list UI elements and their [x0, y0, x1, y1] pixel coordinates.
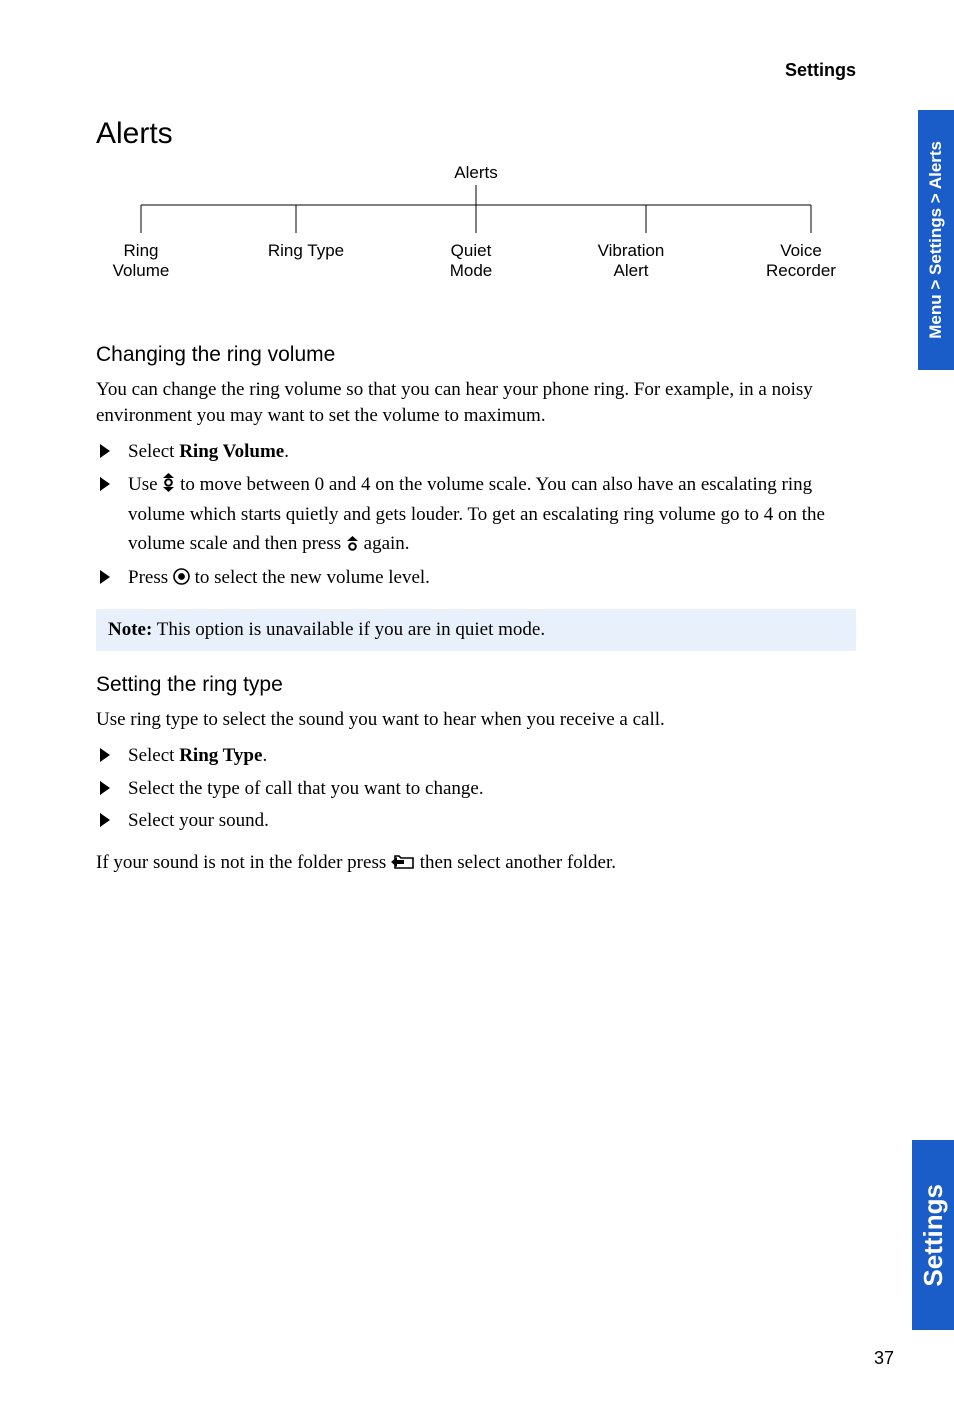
- step-item: Select Ring Type.: [122, 742, 856, 771]
- tree-leaf-ring-volume: Ring Volume: [96, 241, 186, 282]
- nav-center-icon: [173, 566, 190, 595]
- tree-leaf-vibration-alert: Vibration Alert: [576, 241, 686, 282]
- tree-leaf-quiet-mode: Quiet Mode: [426, 241, 516, 282]
- step-item: Select the type of call that you want to…: [122, 775, 856, 804]
- bullet-triangle-icon: [100, 781, 110, 795]
- note-label: Note:: [108, 619, 152, 640]
- section-heading-ring-volume: Changing the ring volume: [96, 343, 856, 367]
- tree-leaf-voice-recorder: Voice Recorder: [746, 241, 856, 282]
- step-item: Select your sound.: [122, 807, 856, 836]
- section-tab-text: Settings: [918, 1184, 949, 1287]
- page-title: Alerts: [96, 117, 856, 151]
- tree-connector-lines: [96, 183, 856, 243]
- bullet-triangle-icon: [100, 748, 110, 762]
- step-item: Press to select the new volume level.: [122, 564, 856, 595]
- step-text: .: [284, 441, 289, 462]
- step-text: Select: [128, 745, 179, 766]
- bullet-triangle-icon: [100, 477, 110, 491]
- outro-text: then select another folder.: [415, 852, 616, 873]
- nav-up-icon: [346, 532, 359, 561]
- folder-back-icon: [391, 852, 415, 878]
- step-text: Press: [128, 567, 173, 588]
- step-text: Select: [128, 441, 179, 462]
- side-tab-section: Settings: [912, 1140, 954, 1330]
- note-text: This option is unavailable if you are in…: [152, 619, 545, 640]
- paragraph: Use ring type to select the sound you wa…: [96, 707, 856, 733]
- page-number: 37: [874, 1348, 894, 1369]
- step-bold: Ring Type: [179, 745, 262, 766]
- step-item: Use to move between 0 and 4 on the volum…: [122, 471, 856, 561]
- nav-updown-icon: [162, 473, 175, 502]
- outro-text: If your sound is not in the folder press: [96, 852, 391, 873]
- step-bold: Ring Volume: [179, 441, 284, 462]
- section-heading-ring-type: Setting the ring type: [96, 673, 856, 697]
- step-text: Select your sound.: [128, 810, 269, 831]
- step-item: Select Ring Volume.: [122, 438, 856, 467]
- note-box: Note: This option is unavailable if you …: [96, 609, 856, 651]
- menu-hierarchy-diagram: Alerts Ring Volume Ring Type Quiet Mode …: [96, 163, 856, 303]
- step-text: to move between 0 and 4 on the volume sc…: [128, 474, 825, 554]
- step-text: Use: [128, 474, 162, 495]
- tree-root-label: Alerts: [454, 163, 497, 183]
- bullet-triangle-icon: [100, 444, 110, 458]
- paragraph: You can change the ring volume so that y…: [96, 377, 856, 428]
- running-header: Settings: [96, 60, 856, 81]
- side-tab-breadcrumb: Menu > Settings > Alerts: [918, 110, 954, 370]
- breadcrumb-text: Menu > Settings > Alerts: [926, 141, 946, 339]
- step-text: to select the new volume level.: [190, 567, 430, 588]
- step-text: again.: [359, 533, 410, 554]
- bullet-triangle-icon: [100, 813, 110, 827]
- paragraph: If your sound is not in the folder press…: [96, 850, 856, 878]
- step-text: Select the type of call that you want to…: [128, 778, 484, 799]
- bullet-triangle-icon: [100, 570, 110, 584]
- step-text: .: [262, 745, 267, 766]
- tree-leaf-ring-type: Ring Type: [246, 241, 366, 282]
